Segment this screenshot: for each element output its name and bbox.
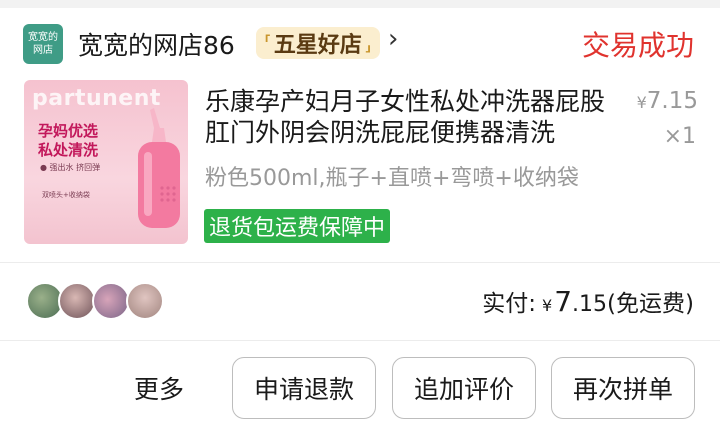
more-actions-link[interactable]: 更多 — [134, 370, 184, 406]
pink-bottle-illustration — [138, 108, 180, 228]
shop-logo[interactable]: 宽宽的网店 — [23, 24, 63, 64]
divider — [0, 340, 720, 341]
paid-amount: 实付: ¥ 7 .15 (免运费) — [482, 284, 694, 318]
paid-amount-integer: 7 — [554, 285, 573, 318]
avatar — [58, 282, 96, 320]
add-review-button[interactable]: 追加评价 — [392, 357, 536, 419]
shop-name[interactable]: 宽宽的网店86 — [78, 26, 235, 62]
unit-price-currency: ¥ — [636, 93, 647, 112]
unit-price-value: 7.15 — [646, 88, 698, 114]
shop-header[interactable]: 宽宽的网店 宽宽的网店86 ⸢ 五星好店 ⸥ › 交易成功 — [0, 8, 720, 72]
product-image-tag: ● 强出水 挤回弹 — [40, 163, 101, 172]
product-image-tag: 双喷头+收纳袋 — [42, 191, 90, 199]
return-shipping-guarantee-badge[interactable]: 退货包运费保障中 — [204, 209, 391, 243]
paid-amount-decimal: .15 — [572, 292, 608, 317]
badge-right-ornament: ⸥ — [363, 31, 372, 55]
quantity: ×1 — [663, 124, 696, 149]
shipping-note: (免运费) — [607, 291, 694, 317]
product-title[interactable]: 乐康孕产妇月子女性私处冲洗器屁股肛门外阴会阴洗屁屁便携器清洗 — [205, 86, 605, 148]
badge-left-ornament: ⸢ — [264, 31, 272, 55]
avatar — [126, 282, 164, 320]
refund-button[interactable]: 申请退款 — [232, 357, 376, 419]
product-image-tag: 孕妈优选 — [38, 122, 99, 140]
product-sku: 粉色500ml,瓶子+直喷+弯喷+收纳袋 — [205, 166, 579, 191]
product-image-tag: 私处清洗 — [38, 141, 99, 159]
rebuy-button[interactable]: 再次拼单 — [551, 357, 695, 419]
five-star-shop-badge: ⸢ 五星好店 ⸥ — [256, 27, 380, 59]
avatar — [92, 282, 130, 320]
badge-label: 五星好店 — [273, 33, 362, 58]
top-separator-strip — [0, 0, 720, 8]
product-image[interactable]: partunent 孕妈优选 私处清洗 ● 强出水 挤回弹 双喷头+收纳袋 — [24, 80, 188, 244]
order-status: 交易成功 — [581, 29, 694, 62]
paid-currency: ¥ — [542, 296, 553, 315]
paid-label: 实付: — [482, 291, 537, 317]
chevron-right-icon[interactable]: › — [388, 24, 398, 54]
unit-price: ¥7.15 — [637, 88, 698, 114]
divider — [0, 262, 720, 263]
